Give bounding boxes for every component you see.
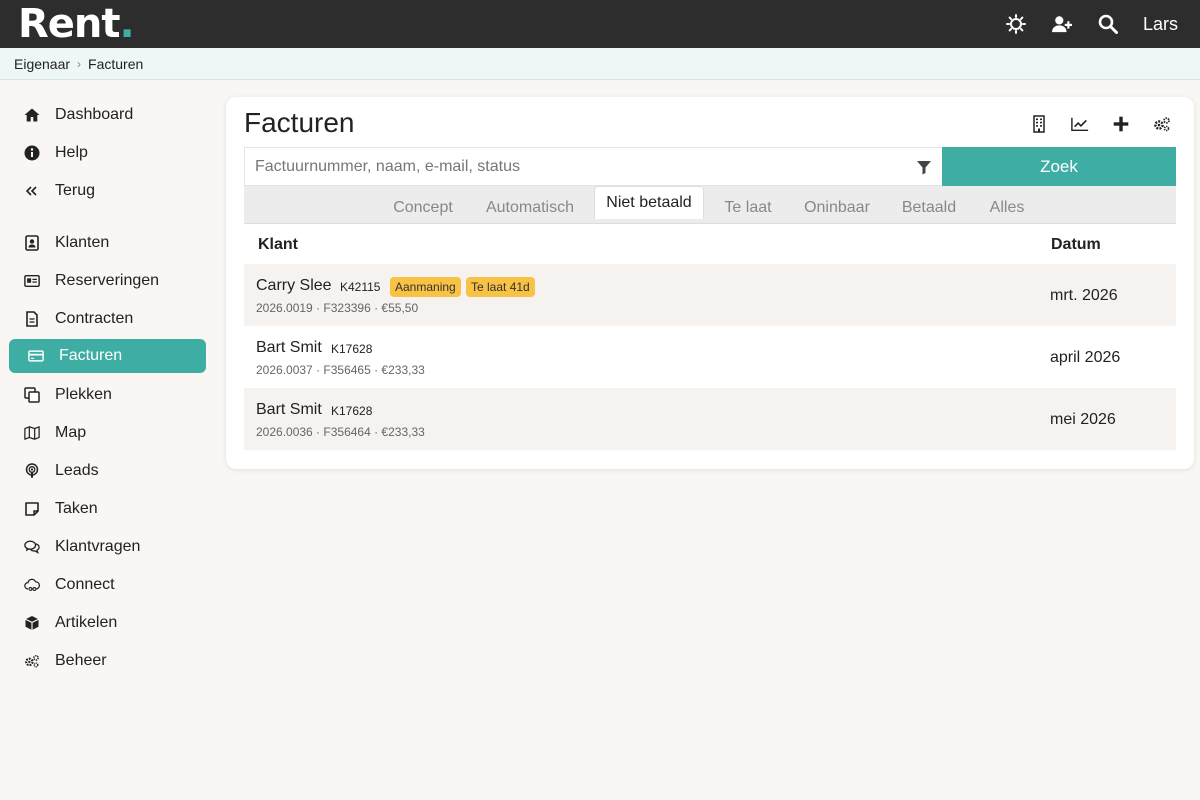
tab-betaald[interactable]: Betaald xyxy=(888,191,970,224)
column-header-klant[interactable]: Klant xyxy=(258,236,298,254)
gears-icon xyxy=(23,652,41,670)
invoice-date: april 2026 xyxy=(1050,349,1121,366)
client-name: Carry Slee xyxy=(256,277,332,294)
search-box xyxy=(244,147,942,186)
tab-te-laat[interactable]: Te laat xyxy=(709,191,787,224)
home-icon xyxy=(23,106,41,124)
invoice-details: 2026.0036 · F356464 · €233,33 xyxy=(256,425,425,439)
client-code: K42115 xyxy=(340,280,381,294)
chevron-right-icon: › xyxy=(77,56,82,71)
invoice-details: 2026.0037 · F356465 · €233,33 xyxy=(256,363,425,377)
sidebar-item-label: Beheer xyxy=(55,652,107,669)
user-menu[interactable]: Lars xyxy=(1131,14,1200,35)
top-bar: Rent. Lars xyxy=(0,0,1200,48)
client-name: Bart Smit xyxy=(256,401,322,418)
sidebar-item-label: Facturen xyxy=(59,347,123,364)
invoice-date: mrt. 2026 xyxy=(1050,287,1118,304)
sidebar-item-label: Help xyxy=(55,144,88,161)
sticky-note-icon xyxy=(23,500,41,518)
sidebar-item-leads[interactable]: Leads xyxy=(9,454,206,488)
sidebar-item-label: Reserveringen xyxy=(55,272,160,289)
client-name: Bart Smit xyxy=(256,339,322,356)
contact-card-icon xyxy=(23,234,41,252)
map-icon xyxy=(23,424,41,442)
sidebar-item-terug[interactable]: Terug xyxy=(9,174,206,208)
chart-line-icon[interactable] xyxy=(1059,111,1100,137)
status-tabs: Concept Automatisch Niet betaald Te laat… xyxy=(244,186,1176,224)
status-badge: Te laat 41d xyxy=(466,277,535,297)
tab-concept[interactable]: Concept xyxy=(379,191,467,224)
client-code: K17628 xyxy=(331,404,373,418)
breadcrumb: Eigenaar › Facturen xyxy=(0,48,1200,80)
sidebar-item-klantvragen[interactable]: Klantvragen xyxy=(9,530,206,564)
top-actions: Lars xyxy=(993,0,1200,48)
page-title: Facturen xyxy=(244,107,355,138)
tab-oninbaar[interactable]: Oninbaar xyxy=(796,191,878,224)
building-icon[interactable] xyxy=(1018,111,1059,137)
search-icon[interactable] xyxy=(1085,0,1131,48)
sidebar-item-map[interactable]: Map xyxy=(9,416,206,450)
sidebar-item-plekken[interactable]: Plekken xyxy=(9,378,206,412)
table-row[interactable]: Carry Slee K42115 Aanmaning Te laat 41d … xyxy=(244,264,1176,326)
tab-automatisch[interactable]: Automatisch xyxy=(475,191,585,224)
sidebar-item-contracten[interactable]: Contracten xyxy=(9,302,206,336)
table-row[interactable]: Bart Smit K17628 2026.0037 · F356465 · €… xyxy=(244,326,1176,388)
sidebar-item-label: Plekken xyxy=(55,386,112,403)
column-header-datum[interactable]: Datum xyxy=(1051,236,1101,254)
sidebar-item-label: Klanten xyxy=(55,234,110,251)
invoices-card: Facturen Zoek Concept Automatisch Niet b… xyxy=(226,97,1194,469)
double-chevron-left-icon xyxy=(23,182,41,200)
breadcrumb-item-eigenaar[interactable]: Eigenaar xyxy=(14,56,70,72)
sidebar-item-label: Taken xyxy=(55,500,98,517)
sidebar-item-label: Artikelen xyxy=(55,614,118,631)
chat-icon xyxy=(23,538,41,556)
sidebar-item-taken[interactable]: Taken xyxy=(9,492,206,526)
card-actions xyxy=(1018,111,1182,137)
tab-niet-betaald[interactable]: Niet betaald xyxy=(594,186,704,219)
sidebar-item-facturen[interactable]: Facturen xyxy=(9,339,206,373)
filter-icon[interactable] xyxy=(916,159,932,175)
sidebar-item-label: Connect xyxy=(55,576,115,593)
invoice-details: 2026.0019 · F323396 · €55,50 xyxy=(256,301,419,315)
add-user-icon[interactable] xyxy=(1039,0,1085,48)
tab-alles[interactable]: Alles xyxy=(974,191,1040,224)
id-card-icon xyxy=(23,272,41,290)
sidebar-item-label: Contracten xyxy=(55,310,134,327)
sidebar-item-help[interactable]: Help xyxy=(9,136,206,170)
sidebar-item-label: Leads xyxy=(55,462,99,479)
sun-icon[interactable] xyxy=(993,0,1039,48)
copy-icon xyxy=(23,386,41,404)
invoice-date: mei 2026 xyxy=(1050,411,1116,428)
search-button[interactable]: Zoek xyxy=(942,147,1176,186)
credit-card-icon xyxy=(27,347,45,365)
cloud-link-icon xyxy=(23,576,41,594)
document-icon xyxy=(23,310,41,328)
sidebar-item-label: Map xyxy=(55,424,87,441)
table-header: Klant Datum xyxy=(244,227,1176,262)
client-code: K17628 xyxy=(331,342,373,356)
breadcrumb-item-facturen: Facturen xyxy=(88,55,144,72)
logo[interactable]: Rent. xyxy=(18,2,135,46)
table-row[interactable]: Bart Smit K17628 2026.0036 · F356464 · €… xyxy=(244,388,1176,450)
status-badge: Aanmaning xyxy=(390,277,461,297)
box-icon xyxy=(23,614,41,632)
search-input[interactable] xyxy=(245,148,895,185)
sidebar-item-beheer[interactable]: Beheer xyxy=(9,644,206,678)
search-row: Zoek xyxy=(244,147,1176,186)
info-icon xyxy=(23,144,41,162)
plus-icon[interactable] xyxy=(1100,111,1141,137)
sidebar-item-dashboard[interactable]: Dashboard xyxy=(9,98,206,132)
sidebar-item-artikelen[interactable]: Artikelen xyxy=(9,606,206,640)
sidebar-item-connect[interactable]: Connect xyxy=(9,568,206,602)
sidebar-item-reserveringen[interactable]: Reserveringen xyxy=(9,264,206,298)
sidebar-item-klanten[interactable]: Klanten xyxy=(9,226,206,260)
podcast-icon xyxy=(23,462,41,480)
sidebar-item-label: Dashboard xyxy=(55,106,134,123)
sidebar-item-label: Terug xyxy=(55,182,96,199)
sidebar-item-label: Klantvragen xyxy=(55,538,141,555)
gears-icon[interactable] xyxy=(1141,111,1182,137)
